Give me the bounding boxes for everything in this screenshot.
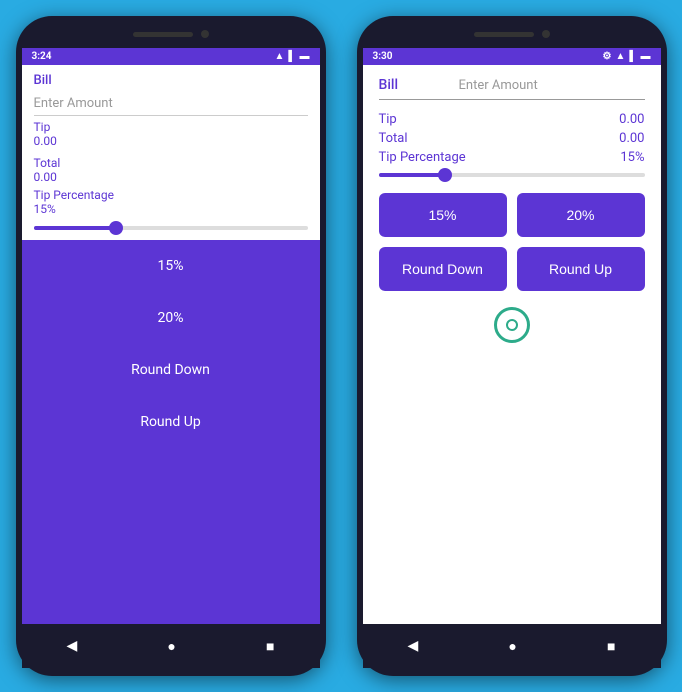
left-bottom-nav: ◀ ● ■ — [22, 624, 320, 668]
left-tip-pct-label: Tip Percentage — [34, 188, 308, 202]
right-wifi-icon: ▲ — [616, 51, 626, 62]
left-phone-top-bar — [22, 24, 320, 44]
btn-round-down[interactable]: Round Down — [379, 247, 507, 291]
left-total-value: 0.00 — [34, 170, 308, 184]
right-slider-container[interactable] — [379, 173, 645, 177]
right-back-button[interactable]: ◀ — [408, 638, 419, 654]
left-time: 3:24 — [32, 51, 52, 62]
right-total-value: 0.00 — [619, 131, 644, 146]
right-phone-top-bar — [363, 24, 661, 44]
left-recent-button[interactable]: ■ — [266, 638, 274, 655]
left-slider-fill — [34, 226, 116, 230]
left-dropdown-item-round-up[interactable]: Round Up — [22, 396, 320, 448]
right-tip-pct-label: Tip Percentage — [379, 150, 466, 165]
right-total-label: Total — [379, 131, 408, 146]
right-tip-value: 0.00 — [619, 112, 644, 127]
left-phone: 3:24 ▲ ▌ ▬ Bill Enter Amount Tip 0.00 To… — [16, 16, 326, 676]
left-app-header: Bill Enter Amount Tip 0.00 Total 0.00 Ti… — [22, 65, 320, 240]
right-bill-label: Bill — [379, 77, 459, 93]
left-tip-pct-value: 15% — [34, 202, 308, 216]
right-status-bar: 3:30 ⚙ ▲ ▌ ▬ — [363, 48, 661, 65]
right-phone: 3:30 ⚙ ▲ ▌ ▬ Bill Enter Amount Tip 0.00 … — [357, 16, 667, 676]
left-tip-row: Tip 0.00 — [34, 116, 308, 152]
left-dropdown-item-round-down[interactable]: Round Down — [22, 344, 320, 396]
right-signal-icon: ▌ — [629, 51, 636, 62]
left-slider-container[interactable] — [34, 216, 308, 230]
right-total-row: Total 0.00 — [379, 131, 645, 146]
left-battery-icon: ▬ — [300, 51, 310, 62]
left-home-button[interactable]: ● — [167, 638, 175, 655]
left-dropdown-item-15[interactable]: 15% — [22, 240, 320, 292]
left-slider-thumb[interactable] — [109, 221, 123, 235]
right-settings-icon: ⚙ — [603, 51, 612, 62]
left-signal-icon: ▌ — [288, 51, 295, 62]
btn-round-up[interactable]: Round Up — [517, 247, 645, 291]
left-tip-label: Tip — [34, 120, 308, 134]
left-total-row: Total 0.00 — [34, 152, 308, 188]
right-bill-row: Bill Enter Amount — [379, 77, 645, 100]
right-buttons-grid: 15% 20% Round Down Round Up — [379, 193, 645, 291]
right-tip-pct-value: 15% — [620, 150, 644, 165]
right-screen: Bill Enter Amount Tip 0.00 Total 0.00 Ti… — [363, 65, 661, 624]
right-slider-thumb[interactable] — [438, 168, 452, 182]
right-tip-pct-row: Tip Percentage 15% — [379, 150, 645, 165]
left-tip-value: 0.00 — [34, 134, 308, 148]
right-battery-icon: ▬ — [641, 51, 651, 62]
right-bottom-nav: ◀ ● ■ — [363, 624, 661, 668]
right-bill-input[interactable]: Enter Amount — [459, 78, 645, 93]
right-time: 3:30 — [373, 51, 393, 62]
left-bill-input-area[interactable]: Enter Amount — [34, 88, 308, 116]
right-status-icons: ⚙ ▲ ▌ ▬ — [603, 51, 651, 62]
left-total-label: Total — [34, 156, 308, 170]
right-camera — [542, 30, 550, 38]
left-camera — [201, 30, 209, 38]
right-info-section: Tip 0.00 Total 0.00 Tip Percentage 15% — [379, 112, 645, 165]
right-tip-row: Tip 0.00 — [379, 112, 645, 127]
right-slider-track[interactable] — [379, 173, 645, 177]
left-dropdown-item-20[interactable]: 20% — [22, 292, 320, 344]
right-circle-target — [494, 307, 530, 343]
left-bill-placeholder: Enter Amount — [34, 96, 113, 111]
left-bill-label: Bill — [34, 73, 308, 88]
right-tip-label: Tip — [379, 112, 397, 127]
btn-20-percent[interactable]: 20% — [517, 193, 645, 237]
left-back-button[interactable]: ◀ — [67, 638, 78, 654]
right-circular-icon — [379, 307, 645, 343]
left-slider-track[interactable] — [34, 226, 308, 230]
left-status-bar: 3:24 ▲ ▌ ▬ — [22, 48, 320, 65]
right-content: Bill Enter Amount Tip 0.00 Total 0.00 Ti… — [363, 65, 661, 624]
right-recent-button[interactable]: ■ — [607, 638, 615, 655]
btn-15-percent[interactable]: 15% — [379, 193, 507, 237]
right-speaker — [474, 32, 534, 37]
right-home-button[interactable]: ● — [508, 638, 516, 655]
right-slider-fill — [379, 173, 446, 177]
left-dropdown-menu: 15% 20% Round Down Round Up — [22, 240, 320, 624]
left-status-icons: ▲ ▌ ▬ — [275, 51, 310, 62]
left-screen: Bill Enter Amount Tip 0.00 Total 0.00 Ti… — [22, 65, 320, 624]
left-speaker — [133, 32, 193, 37]
right-circle-inner — [506, 319, 518, 331]
left-wifi-icon: ▲ — [275, 51, 285, 62]
